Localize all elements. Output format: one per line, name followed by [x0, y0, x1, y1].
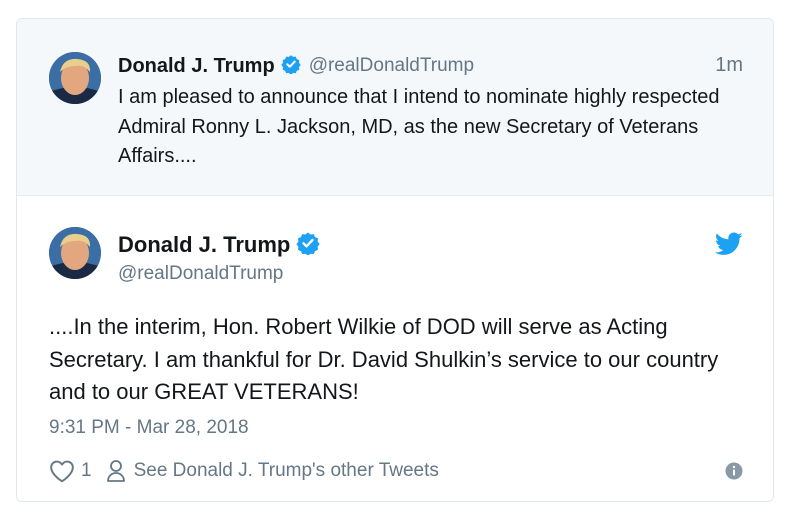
like-count[interactable]: 1: [81, 460, 92, 482]
verified-badge-icon: [281, 54, 301, 79]
tweet-actions: 1 See Donald J. Trump's other Tweets: [49, 456, 439, 486]
embedded-tweet-card: Donald J. Trump @realDonaldTrump 1m I am…: [16, 18, 774, 502]
main-tweet-text: ....In the interim, Hon. Robert Wilkie o…: [49, 314, 719, 404]
tweet-time[interactable]: 1m: [715, 54, 743, 77]
see-other-tweets-link[interactable]: See Donald J. Trump's other Tweets: [134, 460, 439, 482]
info-icon[interactable]: [725, 462, 743, 485]
avatar[interactable]: [49, 227, 101, 279]
tweet-timestamp[interactable]: 9:31 PM - Mar 28, 2018: [49, 417, 249, 439]
author-name[interactable]: Donald J. Trump: [118, 55, 275, 78]
parent-author-row: Donald J. Trump @realDonaldTrump: [118, 52, 474, 80]
person-icon[interactable]: [106, 459, 126, 483]
avatar[interactable]: [49, 52, 101, 104]
parent-tweet-text: I am pleased to announce that I intend t…: [118, 86, 720, 167]
parent-tweet[interactable]: Donald J. Trump @realDonaldTrump 1m I am…: [17, 19, 773, 196]
main-author-row: Donald J. Trump: [118, 229, 320, 261]
twitter-bird-icon[interactable]: [714, 232, 743, 261]
heart-icon[interactable]: [49, 459, 75, 483]
author-handle[interactable]: @realDonaldTrump: [309, 55, 474, 77]
author-name[interactable]: Donald J. Trump: [118, 232, 290, 258]
verified-badge-icon: [296, 231, 320, 260]
author-handle[interactable]: @realDonaldTrump: [118, 263, 283, 285]
